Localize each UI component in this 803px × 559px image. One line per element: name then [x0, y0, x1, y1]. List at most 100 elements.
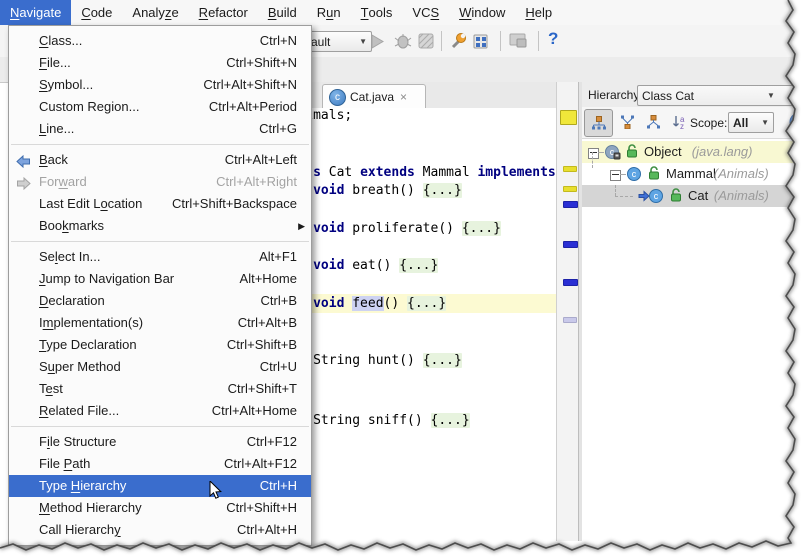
menu-item-file[interactable]: File...Ctrl+Shift+N: [9, 52, 311, 74]
chevron-down-icon: ▼: [756, 118, 769, 127]
menubar-item-build[interactable]: Build: [258, 0, 307, 25]
menu-item-back[interactable]: BackCtrl+Alt+Left: [9, 149, 311, 171]
menu-item-symbol[interactable]: Symbol...Ctrl+Alt+Shift+N: [9, 74, 311, 96]
menu-item-label: File Path: [39, 453, 90, 475]
tree-row-cat[interactable]: cCat(Animals): [582, 185, 803, 207]
forward-arrow-icon: [16, 177, 31, 190]
hierarchy-tree[interactable]: cObject(java.lang)cMammal(Animals)cCat(A…: [582, 139, 803, 541]
tree-row-mammal[interactable]: cMammal(Animals): [582, 163, 803, 185]
public-lock-icon: [648, 166, 660, 180]
menu-item-type-declaration[interactable]: Type DeclarationCtrl+Shift+B: [9, 334, 311, 356]
menu-item-shortcut: Ctrl+Shift+B: [227, 334, 297, 356]
debug-icon[interactable]: [394, 33, 412, 49]
menu-item-label: Class...: [39, 30, 82, 52]
menu-item-type-hierarchy[interactable]: Type Hierarchy Ctrl+H: [9, 475, 311, 497]
menu-item-shortcut: Ctrl+U: [260, 356, 297, 378]
coverage-icon[interactable]: [418, 33, 434, 49]
tree-row-object[interactable]: cObject(java.lang): [582, 141, 803, 163]
run-icon[interactable]: [370, 34, 385, 49]
scope-select[interactable]: All ▼: [728, 112, 774, 133]
settings-wrench-icon[interactable]: [449, 32, 468, 50]
menubar-item-tools[interactable]: Tools: [351, 0, 403, 25]
toolbar-separator: [538, 31, 539, 51]
stripe-marker[interactable]: [563, 279, 578, 286]
navigate-menu: Class... Ctrl+NFile...Ctrl+Shift+NSymbol.…: [8, 25, 312, 546]
help-icon[interactable]: [787, 112, 803, 132]
menu-item-last-edit-location[interactable]: Last Edit LocationCtrl+Shift+Backspace: [9, 193, 311, 215]
tree-expander[interactable]: [588, 148, 599, 159]
menu-item-forward[interactable]: ForwardCtrl+Alt+Right: [9, 171, 311, 193]
menu-item-shortcut: Ctrl+G: [259, 118, 297, 140]
menu-item-label: Custom Region...: [39, 96, 139, 118]
menu-item-label: Bookmarks: [39, 215, 104, 237]
svg-text:c: c: [632, 169, 637, 179]
scope-label: Scope:: [690, 116, 727, 130]
menu-item-test[interactable]: TestCtrl+Shift+T: [9, 378, 311, 400]
menu-item-file-structure[interactable]: File StructureCtrl+F12: [9, 431, 311, 453]
restore-layout-icon[interactable]: [509, 33, 528, 48]
chevron-down-icon: ▼: [354, 37, 367, 46]
menu-item-label: Type Hierarchy: [39, 475, 126, 497]
tree-node-package: (Animals): [714, 188, 769, 203]
menu-item-shortcut: Ctrl+Alt+Home: [212, 400, 297, 422]
menu-item-label: Super Method: [39, 356, 121, 378]
menu-item-shortcut: Ctrl+Shift+N: [226, 52, 297, 74]
stripe-marker[interactable]: [560, 110, 577, 125]
menubar-item-vcs[interactable]: VCS: [402, 0, 449, 25]
chevron-down-icon: ▼: [762, 91, 775, 100]
menu-item-shortcut: Ctrl+Alt+F12: [224, 453, 297, 475]
menu-item-shortcut: Ctrl+H: [260, 475, 297, 497]
menu-item-super-method[interactable]: Super Method Ctrl+U: [9, 356, 311, 378]
subtypes-hierarchy-button[interactable]: [640, 109, 667, 135]
menu-item-label: Select In...: [39, 246, 100, 268]
hierarchy-header: Hierarchy: Class Cat ▼: [582, 82, 803, 108]
stripe-marker[interactable]: [563, 241, 578, 248]
help-icon[interactable]: ?: [548, 29, 558, 49]
stripe-marker[interactable]: [563, 201, 578, 208]
menu-item-jump-to-navigation-bar[interactable]: Jump to Navigation BarAlt+Home: [9, 268, 311, 290]
menubar-item-navigate[interactable]: Navigate: [0, 0, 71, 25]
error-stripe[interactable]: [556, 82, 579, 541]
stripe-marker[interactable]: [563, 166, 577, 172]
menubar-item-window[interactable]: Window: [449, 0, 515, 25]
class-icon: c: [648, 188, 665, 207]
menu-item-line[interactable]: Line...Ctrl+G: [9, 118, 311, 140]
menubar-item-code[interactable]: Code: [71, 0, 122, 25]
menu-item-bookmarks[interactable]: Bookmarks▶: [9, 215, 311, 237]
hierarchy-class-value: Class Cat: [642, 89, 694, 103]
menu-item-shortcut: Ctrl+N: [260, 30, 297, 52]
menu-item-declaration[interactable]: DeclarationCtrl+B: [9, 290, 311, 312]
menu-item-label: Method Hierarchy: [39, 497, 142, 519]
menu-item-implementation-s[interactable]: Implementation(s)Ctrl+Alt+B: [9, 312, 311, 334]
class-hierarchy-button[interactable]: [584, 109, 613, 137]
menu-item-shortcut: Ctrl+Alt+H: [237, 519, 297, 541]
menu-item-shortcut: Alt+Home: [240, 268, 297, 290]
class-icon: c: [626, 166, 643, 185]
stripe-marker[interactable]: [563, 317, 577, 323]
menu-item-method-hierarchy[interactable]: Method HierarchyCtrl+Shift+H: [9, 497, 311, 519]
public-lock-icon: [626, 144, 638, 158]
public-lock-icon: [626, 144, 638, 161]
menubar-item-analyze[interactable]: Analyze: [122, 0, 188, 25]
hierarchy-class-select[interactable]: Class Cat ▼: [637, 85, 797, 106]
tree-expander[interactable]: [610, 170, 621, 181]
supertypes-hierarchy-button[interactable]: [614, 109, 641, 135]
sort-alphabetically-button[interactable]: az: [666, 109, 693, 135]
project-structure-icon[interactable]: [473, 32, 492, 50]
tab-cat-java[interactable]: c Cat.java ×: [322, 84, 426, 109]
close-icon[interactable]: ×: [400, 90, 407, 104]
menu-item-class[interactable]: Class... Ctrl+N: [9, 30, 311, 52]
svg-text:c: c: [654, 191, 659, 201]
menu-item-shortcut: Ctrl+B: [261, 290, 297, 312]
menu-item-file-path[interactable]: File Path Ctrl+Alt+F12: [9, 453, 311, 475]
menubar-item-help[interactable]: Help: [515, 0, 562, 25]
menu-item-custom-region[interactable]: Custom Region...Ctrl+Alt+Period: [9, 96, 311, 118]
menubar-item-run[interactable]: Run: [307, 0, 351, 25]
menu-item-related-file[interactable]: Related File... Ctrl+Alt+Home: [9, 400, 311, 422]
toolbar-separator: [441, 31, 442, 51]
menu-item-select-in[interactable]: Select In...Alt+F1: [9, 246, 311, 268]
menu-item-call-hierarchy[interactable]: Call HierarchyCtrl+Alt+H: [9, 519, 311, 541]
stripe-marker[interactable]: [563, 186, 577, 192]
menubar-item-refactor[interactable]: Refactor: [189, 0, 258, 25]
menu-item-label: Related File...: [39, 400, 119, 422]
